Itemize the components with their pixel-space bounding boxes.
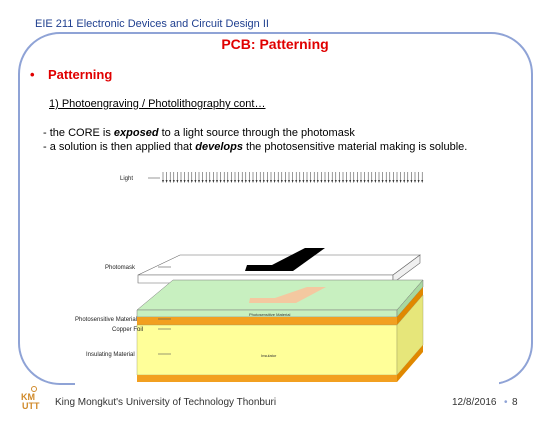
- bullet-heading: Patterning: [48, 67, 113, 82]
- photolithography-diagram: Light Photomask Photosensitive Material …: [75, 160, 499, 385]
- subheading: 1) Photoengraving / Photolithography con…: [49, 98, 266, 110]
- insulator-front: [136, 324, 398, 376]
- line2-emphasis: develops: [195, 141, 243, 153]
- label-insulating-material: Insulating Material: [86, 352, 135, 358]
- label-photosensitive-material: Photosensitive Material: [75, 317, 137, 323]
- inner-label-photosensitive: Photosensitive Material: [249, 312, 290, 317]
- bullet-marker: •: [30, 67, 35, 82]
- line1-emphasis: exposed: [113, 127, 159, 139]
- line1-suffix: to a light source through the photomask: [158, 127, 355, 139]
- label-light: Light: [120, 176, 133, 182]
- line2-prefix: - a solution is then applied that: [43, 141, 196, 153]
- inner-label-insulator: Insulator: [261, 353, 277, 358]
- page-number: 8: [512, 397, 518, 408]
- label-copper-foil: Copper Foil: [112, 327, 143, 333]
- line1-prefix: - the CORE is: [43, 127, 114, 139]
- copper-foil-bottom: [137, 375, 397, 382]
- page-bullet: •: [504, 397, 508, 408]
- description-line-2: - a solution is then applied that develo…: [43, 141, 467, 153]
- line2-suffix: the photosensitive material making is so…: [242, 141, 468, 153]
- logo-text-bottom: UTT: [22, 401, 40, 411]
- kmutt-logo: KM UTT: [21, 386, 40, 411]
- slide-title: PCB: Patterning: [221, 36, 329, 52]
- copper-foil-top: [137, 317, 397, 325]
- slide-date: 12/8/2016: [452, 397, 497, 408]
- photosensitive-top: [136, 279, 424, 311]
- description-line-1: - the CORE is exposed to a light source …: [43, 127, 355, 139]
- logo-emblem: [31, 386, 37, 392]
- slide: EIE 211 Electronic Devices and Circuit D…: [0, 0, 550, 425]
- course-title: EIE 211 Electronic Devices and Circuit D…: [35, 18, 269, 30]
- university-name: King Mongkut's University of Technology …: [55, 397, 277, 408]
- label-photomask: Photomask: [105, 265, 136, 271]
